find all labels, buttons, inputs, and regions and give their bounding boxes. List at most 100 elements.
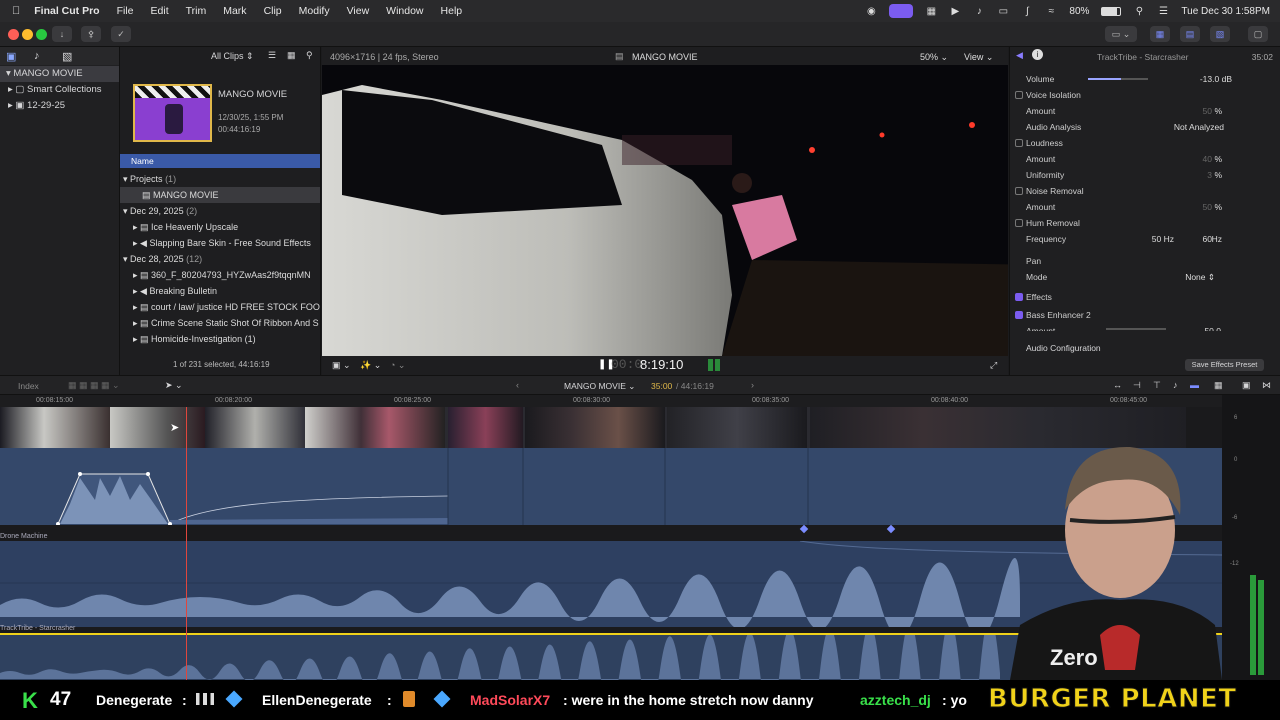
display-icon[interactable]: ▭ [997, 6, 1009, 17]
timeline-ruler[interactable]: 00:08:15:00 00:08:20:00 00:08:25:00 00:0… [0, 395, 1222, 407]
search-icon[interactable]: ⚲ [306, 50, 313, 61]
close-window-button[interactable] [8, 29, 19, 40]
speed-icon[interactable]: ◔ ⌄ [390, 360, 405, 371]
timecode-display[interactable]: 8:19:10 [640, 357, 683, 372]
timeline-project-select[interactable]: MANGO MOVIE ⌄ [564, 381, 635, 392]
zoom-window-button[interactable] [36, 29, 47, 40]
group-dec-28[interactable]: ▾ Dec 28, 2025 (12) [120, 251, 320, 267]
minimize-window-button[interactable] [22, 29, 33, 40]
effect-amount-value[interactable]: 50.0 [1204, 323, 1221, 331]
grid-icon[interactable]: ▦ [925, 6, 937, 17]
clip-appearance-icon[interactable]: ▦ [287, 50, 296, 61]
view-menu[interactable]: View ⌄ [964, 52, 993, 63]
menu-edit[interactable]: Edit [151, 5, 169, 17]
parameter-value[interactable]: 3 [1207, 167, 1212, 183]
volume-icon[interactable]: ♪ [973, 6, 985, 17]
menu-view[interactable]: View [347, 5, 370, 17]
list-view-icon[interactable]: ☰ [268, 50, 276, 61]
history-back-icon[interactable]: ‹ [516, 380, 519, 390]
enhancement-checkbox[interactable] [1015, 187, 1023, 195]
transitions-browser-icon[interactable]: ⋈ [1262, 380, 1271, 391]
wifi-icon[interactable]: ≈ [1045, 6, 1057, 17]
list-item[interactable]: ▸ ▤ court / law/ justice HD FREE STOCK F… [120, 299, 320, 315]
fullscreen-viewer-icon[interactable]: ⤢ [990, 360, 997, 371]
effect-amount-slider[interactable] [1106, 328, 1166, 330]
edit-buttons-icon[interactable]: ▦ ▦ ▦ ▦ ⌄ [68, 380, 120, 391]
effects-browser-icon[interactable]: ▣ [1242, 380, 1251, 391]
enhancement-checkbox[interactable] [1015, 91, 1023, 99]
share-button[interactable]: ▭ ⌄ [1105, 26, 1137, 42]
parameter-value[interactable]: 50 [1203, 103, 1212, 119]
battery-icon[interactable] [1101, 6, 1122, 16]
search-icon[interactable]: ⚲ [1133, 6, 1145, 17]
sidebar-item-smart-collections[interactable]: ▸ ▢ Smart Collections [0, 82, 119, 98]
history-forward-icon[interactable]: › [751, 380, 754, 390]
effect-checkbox[interactable] [1015, 311, 1023, 319]
index-button[interactable]: Index [18, 381, 39, 391]
titles-icon[interactable]: ▧ [62, 50, 72, 63]
menu-clip[interactable]: Clip [264, 5, 282, 17]
list-item[interactable]: ▸ ▤ Crime Scene Static Shot Of Ribbon An… [120, 315, 320, 331]
list-item[interactable]: ▸ ▤ Homicide-Investigation (1) [120, 331, 320, 347]
clip-appearance-icon[interactable]: ▦ [1214, 380, 1223, 391]
list-item[interactable]: ▸ ▤ 360_F_80204793_HYZwAas2f9tqqnMN [120, 267, 320, 283]
list-item[interactable]: ▸ ◀ Breaking Bulletin [120, 283, 320, 299]
layout-browser-button[interactable]: ▦ [1150, 26, 1170, 42]
info-tab-icon[interactable]: i [1032, 49, 1043, 60]
enhancement-checkbox[interactable] [1015, 219, 1023, 227]
keywords-button[interactable]: ⚴ [81, 26, 101, 42]
transform-icon[interactable]: ▣ ⌄ [332, 360, 351, 371]
stream-icon[interactable] [889, 4, 914, 18]
enhancement-checkbox[interactable] [1015, 139, 1023, 147]
project-thumbnail[interactable] [133, 84, 212, 142]
record-icon[interactable]: ◉ [865, 6, 877, 17]
menu-file[interactable]: File [117, 5, 134, 17]
video-frame[interactable] [322, 65, 1008, 356]
parameter-value[interactable]: 50 [1203, 199, 1212, 215]
audio-inspector-tab-icon[interactable]: ◀ [1016, 50, 1023, 61]
layout-timeline-button[interactable]: ▤ [1180, 26, 1200, 42]
effects-checkbox[interactable] [1015, 293, 1023, 301]
clip-filter-select[interactable]: All Clips ⇕ [211, 51, 254, 62]
select-tool-icon[interactable]: ➤ ⌄ [165, 380, 183, 391]
parameter-alt-value[interactable]: 50 Hz [1152, 231, 1174, 247]
keyframe-marker[interactable] [799, 524, 809, 534]
control-center-icon[interactable]: ☰ [1157, 6, 1169, 17]
zoom-to-fit-icon[interactable]: ↔ [1113, 380, 1122, 390]
bluetooth-icon[interactable]: ∫ [1021, 6, 1033, 17]
apple-icon[interactable]:  [12, 5, 20, 17]
photos-icon[interactable]: ♪ [34, 50, 40, 62]
fullscreen-button[interactable]: ▢ [1248, 26, 1268, 42]
zoom-select[interactable]: 50% ⌄ [920, 52, 948, 63]
keyframe-marker[interactable] [886, 524, 896, 534]
menu-trim[interactable]: Trim [186, 5, 207, 17]
sidebar-item-library[interactable]: ▾ MANGO MOVIE [0, 66, 119, 82]
skimming-icon[interactable]: ⊣ [1133, 380, 1141, 391]
play-circle-icon[interactable]: ▶ [949, 6, 961, 17]
enhance-icon[interactable]: ✨ ⌄ [360, 360, 381, 371]
audio-skimming-icon[interactable]: ♪ [1173, 380, 1178, 390]
parameter-value[interactable]: 60 [1203, 231, 1212, 247]
group-dec-29[interactable]: ▾ Dec 29, 2025 (2) [120, 203, 320, 219]
snapping-icon[interactable]: ⊤ [1153, 380, 1161, 391]
menu-mark[interactable]: Mark [223, 5, 246, 17]
menu-app[interactable]: Final Cut Pro [34, 5, 99, 17]
list-item[interactable]: ▸ ◀ Slapping Bare Skin - Free Sound Effe… [120, 235, 320, 251]
menu-modify[interactable]: Modify [299, 5, 330, 17]
save-effects-preset-button[interactable]: Save Effects Preset [1185, 359, 1264, 371]
group-projects[interactable]: ▾ Projects (1) [120, 171, 320, 187]
audio-configuration-label[interactable]: Audio Configuration [1026, 343, 1101, 353]
layout-inspector-button[interactable]: ▧ [1210, 26, 1230, 42]
sidebar-item-event[interactable]: ▸ ▣ 12-29-25 [0, 98, 119, 114]
volume-slider[interactable] [1088, 78, 1148, 80]
pan-mode-select[interactable]: None ⇕ [1185, 269, 1215, 285]
parameter-value[interactable]: Not Analyzed [1174, 119, 1224, 135]
menu-help[interactable]: Help [441, 5, 463, 17]
playhead[interactable] [186, 407, 187, 680]
import-button[interactable]: ↓ [52, 26, 72, 42]
volume-value[interactable]: -13.0 [1200, 74, 1219, 84]
menu-window[interactable]: Window [386, 5, 423, 17]
name-column-header[interactable]: Name [120, 154, 320, 168]
parameter-value[interactable]: 40 [1203, 151, 1212, 167]
libraries-icon[interactable]: ▣ [6, 50, 16, 63]
